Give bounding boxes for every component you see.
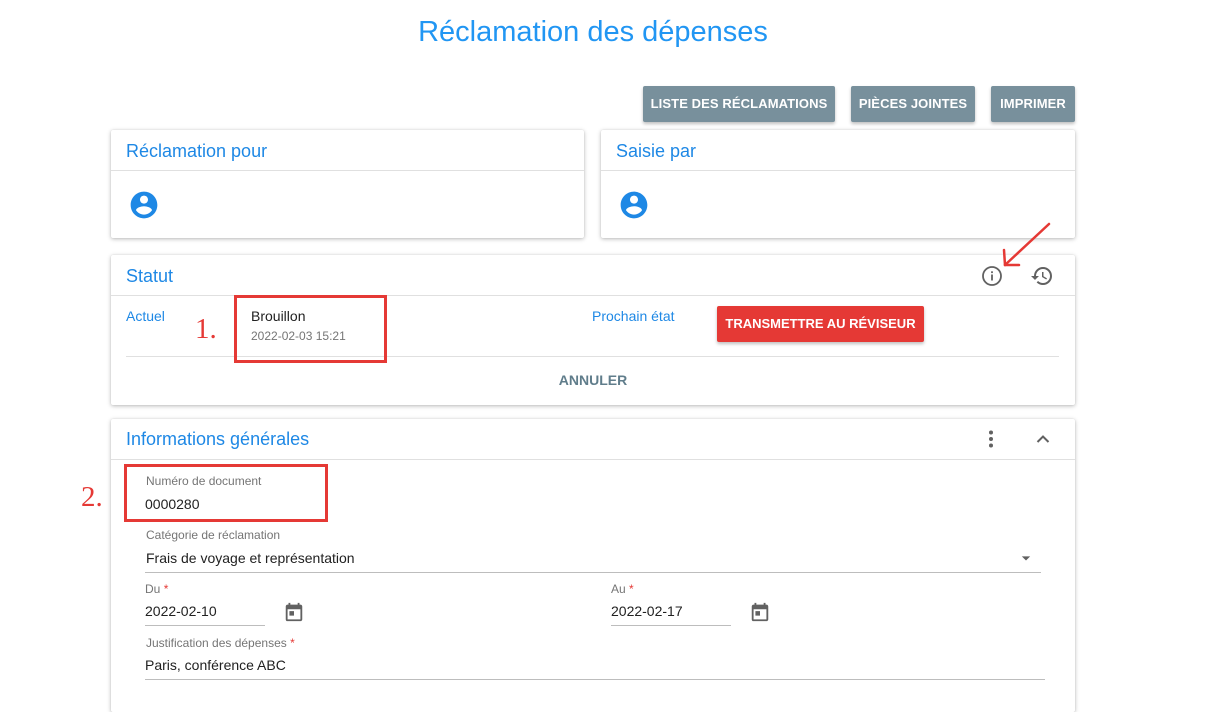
calendar-icon[interactable] (283, 601, 305, 623)
from-date-input[interactable]: 2022-02-10 (145, 603, 217, 619)
from-date-label: Du * (145, 582, 169, 596)
calendar-icon[interactable] (749, 601, 771, 623)
to-date-input[interactable]: 2022-02-17 (611, 603, 683, 619)
justification-label: Justification des dépenses * (146, 636, 295, 650)
status-title: Statut (126, 266, 174, 286)
claims-list-button[interactable]: LISTE DES RÉCLAMATIONS (643, 86, 835, 122)
from-date-underline (145, 625, 265, 626)
dropdown-arrow-icon[interactable] (1016, 548, 1036, 568)
attachments-button[interactable]: PIÈCES JOINTES (851, 86, 975, 122)
account-circle-icon (618, 189, 650, 221)
divider (601, 170, 1075, 171)
annotation-box-current-state (234, 295, 387, 363)
justification-underline (145, 679, 1045, 680)
claim-for-card: Réclamation pour (111, 130, 584, 238)
annotation-box-document-number (124, 464, 328, 522)
annotation-arrow-icon (995, 220, 1055, 272)
transmit-to-reviewer-button[interactable]: TRANSMETTRE AU RÉVISEUR (717, 306, 924, 342)
divider (111, 459, 1075, 460)
justification-input[interactable]: Paris, conférence ABC (145, 657, 286, 673)
claim-category-value[interactable]: Frais de voyage et représentation (146, 550, 355, 566)
to-date-underline (611, 625, 731, 626)
account-circle-icon (128, 189, 160, 221)
claim-category-label: Catégorie de réclamation (146, 528, 281, 542)
divider (111, 170, 584, 171)
general-info-card: Informations générales Numéro de documen… (111, 419, 1075, 712)
general-info-title: Informations générales (126, 429, 310, 449)
annotation-number-one: 1. (195, 313, 217, 345)
to-date-label: Au * (611, 582, 634, 596)
claim-for-title: Réclamation pour (126, 141, 268, 161)
chevron-up-icon[interactable] (1031, 427, 1055, 451)
annotation-number-two: 2. (81, 481, 103, 513)
page-title: Réclamation des dépenses (418, 16, 768, 48)
next-state-label: Prochain état (592, 308, 675, 324)
current-state-label: Actuel (126, 308, 165, 324)
print-button[interactable]: IMPRIMER (991, 86, 1075, 122)
claim-category-underline (145, 572, 1041, 573)
more-vert-icon[interactable] (979, 427, 1003, 451)
entered-by-title: Saisie par (616, 141, 697, 161)
cancel-button[interactable]: ANNULER (543, 368, 643, 392)
